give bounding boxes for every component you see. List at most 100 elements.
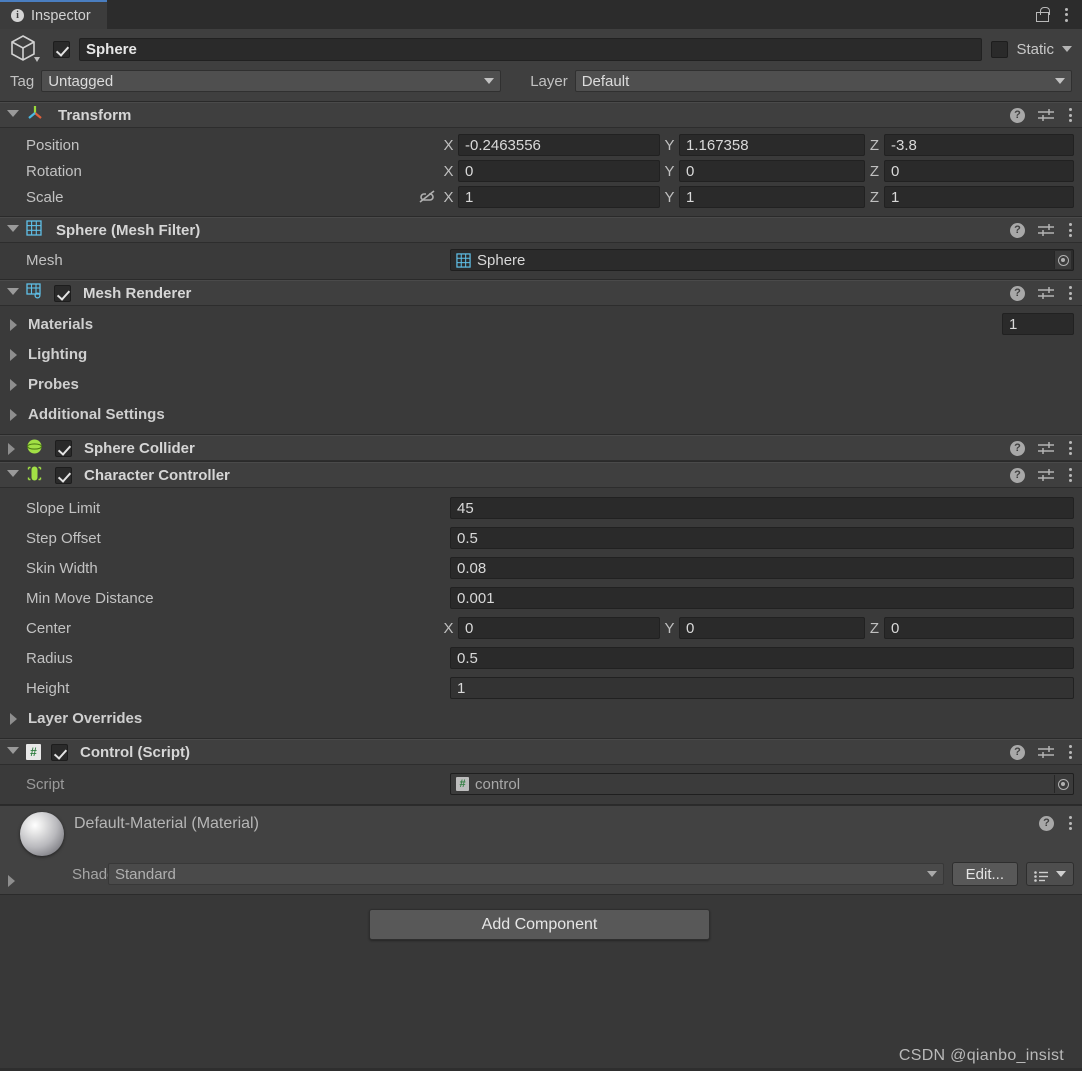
static-checkbox[interactable] bbox=[991, 40, 1009, 58]
mesh-filter-foldout-icon[interactable] bbox=[6, 224, 19, 236]
preset-settings-icon[interactable] bbox=[1038, 745, 1054, 759]
center-y-input[interactable]: 0 bbox=[679, 617, 865, 639]
lock-open-icon[interactable] bbox=[1036, 7, 1050, 22]
kebab-menu-icon[interactable] bbox=[1067, 814, 1074, 832]
object-picker-icon[interactable] bbox=[1054, 251, 1071, 269]
center-z-input[interactable]: 0 bbox=[884, 617, 1074, 639]
radius-label: Radius bbox=[26, 649, 73, 667]
character-controller-enabled-checkbox[interactable] bbox=[55, 466, 72, 484]
kebab-menu-icon[interactable] bbox=[1067, 743, 1074, 761]
help-icon[interactable]: ? bbox=[1010, 107, 1025, 123]
foldout-materials[interactable]: Materials 1 bbox=[0, 309, 1082, 339]
sphere-collider-header[interactable]: Sphere Collider ? bbox=[0, 435, 1082, 461]
rotation-z-input[interactable]: 0 bbox=[884, 160, 1074, 182]
slope-limit-input[interactable]: 45 bbox=[450, 497, 1074, 519]
tag-value: Untagged bbox=[48, 72, 114, 90]
slope-limit-label: Slope Limit bbox=[26, 499, 101, 517]
transform-rotation-row: Rotation X 0 Y 0 Z 0 bbox=[0, 158, 1082, 184]
kebab-menu-icon[interactable] bbox=[1067, 439, 1074, 457]
materials-count-input[interactable]: 1 bbox=[1002, 313, 1074, 335]
rotation-x-input[interactable]: 0 bbox=[458, 160, 660, 182]
script-value: control bbox=[475, 775, 521, 793]
preset-settings-icon[interactable] bbox=[1038, 441, 1054, 455]
kebab-menu-icon[interactable] bbox=[1063, 6, 1070, 24]
tab-inspector[interactable]: i Inspector bbox=[0, 0, 107, 29]
scale-x-input[interactable]: 1 bbox=[458, 186, 660, 208]
material-shader-row: Shader Standard Edit... bbox=[0, 862, 1074, 886]
static-dropdown-caret-icon[interactable] bbox=[1062, 46, 1072, 52]
scale-y-input[interactable]: 1 bbox=[679, 186, 865, 208]
help-icon[interactable]: ? bbox=[1039, 815, 1054, 831]
mesh-renderer-enabled-checkbox[interactable] bbox=[54, 284, 71, 302]
help-icon[interactable]: ? bbox=[1010, 467, 1025, 483]
foldout-layer-overrides[interactable]: Layer Overrides bbox=[0, 703, 1082, 733]
tag-dropdown[interactable]: Untagged bbox=[41, 70, 502, 92]
scale-link-off-icon[interactable] bbox=[417, 189, 437, 205]
shader-dropdown[interactable]: Standard bbox=[108, 863, 944, 885]
layer-dropdown[interactable]: Default bbox=[574, 70, 1072, 92]
gameobject-name-input[interactable]: Sphere bbox=[79, 37, 983, 61]
control-script-enabled-checkbox[interactable] bbox=[51, 743, 68, 761]
layer-overrides-foldout-icon[interactable] bbox=[8, 712, 20, 725]
transform-foldout-icon[interactable] bbox=[6, 109, 19, 121]
skin-width-input[interactable]: 0.08 bbox=[450, 557, 1074, 579]
mesh-object-field[interactable]: Sphere bbox=[450, 249, 1074, 271]
transform-header-actions: ? bbox=[1010, 106, 1074, 124]
layer-label: Layer bbox=[530, 72, 568, 90]
foldout-additional-settings[interactable]: Additional Settings bbox=[0, 399, 1082, 429]
min-move-distance-input[interactable]: 0.001 bbox=[450, 587, 1074, 609]
character-controller-foldout-icon[interactable] bbox=[6, 469, 19, 481]
probes-foldout-icon[interactable] bbox=[8, 378, 20, 391]
axis-x-label: X bbox=[443, 188, 454, 206]
radius-input[interactable]: 0.5 bbox=[450, 647, 1074, 669]
foldout-lighting[interactable]: Lighting bbox=[0, 339, 1082, 369]
additional-settings-foldout-icon[interactable] bbox=[8, 408, 20, 421]
height-input[interactable]: 1 bbox=[450, 677, 1074, 699]
sphere-collider-foldout-icon[interactable] bbox=[6, 442, 18, 455]
center-vector3: X 0 Y 0 Z 0 bbox=[439, 617, 1074, 639]
position-z-input[interactable]: -3.8 bbox=[884, 134, 1074, 156]
skin-width-label: Skin Width bbox=[26, 559, 98, 577]
gameobject-enabled-checkbox[interactable] bbox=[53, 40, 70, 58]
character-controller-header[interactable]: Character Controller ? bbox=[0, 462, 1082, 488]
material-preset-button[interactable] bbox=[1026, 862, 1074, 886]
kebab-menu-icon[interactable] bbox=[1067, 106, 1074, 124]
mesh-renderer-header[interactable]: Mesh Renderer ? bbox=[0, 280, 1082, 306]
add-component-button[interactable]: Add Component bbox=[369, 909, 710, 940]
rotation-y-input[interactable]: 0 bbox=[679, 160, 865, 182]
csharp-script-icon: # bbox=[26, 744, 41, 760]
control-script-header[interactable]: # Control (Script) ? bbox=[0, 739, 1082, 765]
preset-settings-icon[interactable] bbox=[1038, 468, 1054, 482]
transform-header[interactable]: Transform ? bbox=[0, 102, 1082, 128]
preset-settings-icon[interactable] bbox=[1038, 223, 1054, 237]
step-offset-input[interactable]: 0.5 bbox=[450, 527, 1074, 549]
control-script-foldout-icon[interactable] bbox=[6, 746, 19, 758]
position-x-input[interactable]: -0.2463556 bbox=[458, 134, 660, 156]
edit-shader-button[interactable]: Edit... bbox=[951, 862, 1018, 886]
help-icon[interactable]: ? bbox=[1010, 744, 1025, 760]
lighting-foldout-icon[interactable] bbox=[8, 348, 20, 361]
scale-z-input[interactable]: 1 bbox=[884, 186, 1074, 208]
chevron-down-icon bbox=[484, 78, 495, 84]
preset-settings-icon[interactable] bbox=[1038, 286, 1054, 300]
sphere-collider-enabled-checkbox[interactable] bbox=[55, 439, 72, 457]
foldout-probes[interactable]: Probes bbox=[0, 369, 1082, 399]
help-icon[interactable]: ? bbox=[1010, 440, 1025, 456]
help-icon[interactable]: ? bbox=[1010, 222, 1025, 238]
position-y-input[interactable]: 1.167358 bbox=[679, 134, 865, 156]
materials-foldout-icon[interactable] bbox=[8, 318, 20, 331]
kebab-menu-icon[interactable] bbox=[1067, 284, 1074, 302]
mesh-filter-header[interactable]: Sphere (Mesh Filter) ? bbox=[0, 217, 1082, 243]
sphere-collider-title: Sphere Collider bbox=[84, 439, 195, 457]
mesh-renderer-foldout-icon[interactable] bbox=[6, 287, 19, 299]
kebab-menu-icon[interactable] bbox=[1067, 221, 1074, 239]
cube-icon[interactable] bbox=[10, 34, 42, 64]
mesh-grid-icon bbox=[456, 252, 471, 268]
help-icon[interactable]: ? bbox=[1010, 285, 1025, 301]
shader-label: Shader bbox=[72, 865, 121, 883]
character-controller-body: Slope Limit 45 Step Offset 0.5 Skin Widt… bbox=[0, 488, 1082, 738]
center-x-input[interactable]: 0 bbox=[458, 617, 660, 639]
kebab-menu-icon[interactable] bbox=[1067, 466, 1074, 484]
material-foldout-icon[interactable] bbox=[6, 875, 18, 887]
preset-settings-icon[interactable] bbox=[1038, 108, 1054, 122]
